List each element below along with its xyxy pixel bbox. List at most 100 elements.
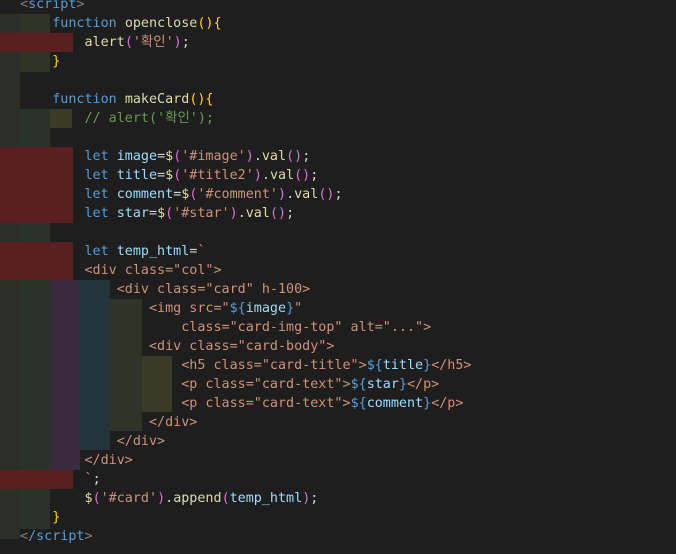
code-token: makeCard xyxy=(124,92,190,107)
code-line[interactable]: } xyxy=(20,52,60,71)
code-line[interactable]: <img src="${image}" xyxy=(20,299,302,318)
code-token: } xyxy=(423,396,432,411)
code-token: ${ xyxy=(229,301,246,316)
code-token: ; xyxy=(302,149,311,164)
code-token: temp_html xyxy=(116,244,190,259)
code-token: < xyxy=(20,529,29,544)
code-line[interactable]: let title=$('#title2').val(); xyxy=(20,166,319,185)
code-token: . xyxy=(286,187,295,202)
code-line[interactable]: `; xyxy=(20,470,101,489)
code-token: ( xyxy=(165,206,174,221)
code-line[interactable]: </div> xyxy=(20,432,165,451)
code-line[interactable]: class="card-img-top" alt="..."> xyxy=(20,318,431,337)
code-token: } xyxy=(52,510,61,525)
code-token: script xyxy=(28,0,77,12)
code-token: </h5> xyxy=(431,358,472,373)
code-token: ` xyxy=(197,244,206,259)
code-line[interactable]: </script> xyxy=(20,527,93,546)
code-token: ; xyxy=(334,187,343,202)
code-token: <div class="card" h-100> xyxy=(116,282,311,297)
code-line[interactable]: <script> xyxy=(20,0,85,14)
code-token: val xyxy=(269,168,295,183)
code-token: image xyxy=(116,149,158,164)
code-token: let xyxy=(84,187,109,202)
code-token: let xyxy=(84,168,109,183)
code-token: /script xyxy=(28,529,85,544)
code-line[interactable]: </div> xyxy=(20,451,133,470)
code-line[interactable]: let star=$('#star').val(); xyxy=(20,204,295,223)
code-token: = xyxy=(149,206,158,221)
code-token: ; xyxy=(310,168,319,183)
code-token: let xyxy=(84,206,109,221)
code-token: star xyxy=(116,206,149,221)
code-token: '확인' xyxy=(132,35,174,50)
code-token: (){ xyxy=(189,92,214,107)
code-token: val xyxy=(294,187,319,202)
code-line[interactable]: <div class="card-body"> xyxy=(20,337,334,356)
code-token: <h5 class="card-title"> xyxy=(181,358,367,373)
code-line[interactable]: <p class="card-text">${star}</p> xyxy=(20,375,439,394)
code-token: '#comment' xyxy=(197,187,278,202)
code-token: comment xyxy=(116,187,174,202)
code-token: ; xyxy=(286,206,295,221)
code-token: " xyxy=(294,301,303,316)
code-line[interactable]: <p class="card-text">${comment}</p> xyxy=(20,394,463,413)
code-line[interactable]: <div class="col"> xyxy=(20,261,222,280)
code-line[interactable]: function openclose(){ xyxy=(20,14,221,33)
code-token: ) xyxy=(229,206,238,221)
code-line[interactable]: alert('확인'); xyxy=(20,33,190,52)
code-line[interactable]: let comment=$('#comment').val(); xyxy=(20,185,343,204)
code-token: ) xyxy=(253,168,262,183)
code-token: append xyxy=(173,491,222,506)
code-token: . xyxy=(261,168,270,183)
code-token: </p> xyxy=(407,377,440,392)
code-token: } xyxy=(286,301,295,316)
code-token: ( xyxy=(221,491,230,506)
code-token: alert xyxy=(84,35,125,50)
code-token: class="card-img-top" alt="..."> xyxy=(181,320,432,335)
code-token: '#star' xyxy=(173,206,230,221)
code-token: let xyxy=(84,149,109,164)
code-token: ) xyxy=(157,491,166,506)
code-token: comment xyxy=(366,396,424,411)
code-line[interactable]: <div class="card" h-100> xyxy=(20,280,310,299)
code-token: ( xyxy=(92,491,101,506)
code-line[interactable]: <h5 class="card-title">${title}</h5> xyxy=(20,356,472,375)
code-editor[interactable]: <script> function openclose(){ alert('확인… xyxy=(0,0,676,554)
code-line[interactable]: let image=$('#image').val(); xyxy=(20,147,311,166)
code-token: openclose xyxy=(124,16,198,31)
code-token: < xyxy=(20,0,29,12)
code-token: } xyxy=(52,54,61,69)
code-token: . xyxy=(253,149,262,164)
code-line[interactable]: </div> xyxy=(20,413,197,432)
code-token: } xyxy=(423,358,432,373)
code-line[interactable]: function makeCard(){ xyxy=(20,90,214,109)
code-line[interactable]: let temp_html=` xyxy=(20,242,206,261)
code-line[interactable]: } xyxy=(20,508,60,527)
code-token: '#image' xyxy=(181,149,246,164)
code-line[interactable]: $('#card').append(temp_html); xyxy=(20,489,319,508)
code-token: '#title2' xyxy=(181,168,254,183)
code-token: ( xyxy=(124,35,133,50)
code-line[interactable]: // alert('확인'); xyxy=(20,109,214,128)
code-token: } xyxy=(398,377,407,392)
code-token: $ xyxy=(165,168,174,183)
